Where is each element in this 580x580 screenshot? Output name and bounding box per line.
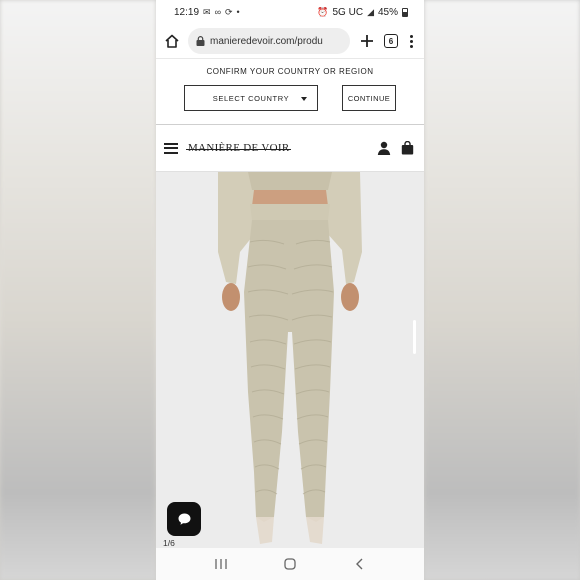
user-icon[interactable] bbox=[377, 141, 391, 155]
plus-icon[interactable] bbox=[358, 32, 376, 50]
chat-button[interactable] bbox=[167, 502, 201, 536]
system-nav-bar bbox=[156, 548, 424, 580]
phone-screen: 12:19 ✉ ∞ ⟳ • ⏰ 5G UC ◢ 45% manieredevoi… bbox=[156, 0, 424, 580]
country-banner-title: CONFIRM YOUR COUNTRY OR REGION bbox=[206, 67, 374, 76]
url-text: manieredevoir.com/produ bbox=[210, 35, 323, 47]
battery-icon bbox=[402, 7, 408, 17]
address-bar[interactable]: manieredevoir.com/produ bbox=[188, 28, 350, 54]
blurred-background-right bbox=[424, 0, 580, 580]
link-icon: ∞ bbox=[214, 7, 221, 17]
site-header: MANIÈRE DE VOIR bbox=[156, 124, 424, 172]
continue-button[interactable]: CONTINUE bbox=[342, 85, 396, 111]
status-bar: 12:19 ✉ ∞ ⟳ • ⏰ 5G UC ◢ 45% bbox=[156, 0, 424, 24]
image-counter: 1/6 bbox=[163, 538, 175, 548]
chat-icon bbox=[178, 513, 190, 525]
country-select[interactable]: SELECT COUNTRY bbox=[184, 85, 318, 111]
scrollbar-thumb[interactable] bbox=[413, 320, 416, 354]
signal-icon: ◢ bbox=[367, 6, 374, 17]
product-image[interactable]: 1/6 bbox=[156, 172, 424, 548]
back-icon[interactable] bbox=[349, 554, 369, 574]
tab-switcher-button[interactable]: 6 bbox=[384, 34, 398, 48]
product-photo bbox=[156, 172, 424, 548]
sync-icon: ⟳ bbox=[225, 6, 233, 17]
kebab-menu-icon[interactable] bbox=[406, 34, 416, 48]
browser-toolbar: manieredevoir.com/produ 6 bbox=[156, 24, 424, 58]
home-nav-icon[interactable] bbox=[280, 554, 300, 574]
status-time: 12:19 bbox=[174, 6, 200, 18]
notification-dot-icon: • bbox=[236, 7, 240, 17]
caret-down-icon bbox=[301, 97, 307, 101]
country-select-label: SELECT COUNTRY bbox=[212, 93, 290, 103]
battery-percent: 45% bbox=[377, 6, 398, 18]
site-logo[interactable]: MANIÈRE DE VOIR bbox=[185, 142, 377, 154]
recent-apps-icon[interactable] bbox=[211, 554, 231, 574]
shopping-bag-icon[interactable] bbox=[401, 141, 414, 155]
lock-icon bbox=[196, 36, 205, 46]
mail-icon: ✉ bbox=[203, 6, 211, 17]
network-label: 5G UC bbox=[332, 6, 364, 18]
home-icon[interactable] bbox=[164, 33, 180, 49]
blurred-background-left bbox=[0, 0, 156, 580]
alarm-icon: ⏰ bbox=[317, 6, 329, 17]
country-banner: CONFIRM YOUR COUNTRY OR REGION SELECT CO… bbox=[156, 58, 424, 124]
hamburger-icon[interactable] bbox=[164, 142, 178, 154]
